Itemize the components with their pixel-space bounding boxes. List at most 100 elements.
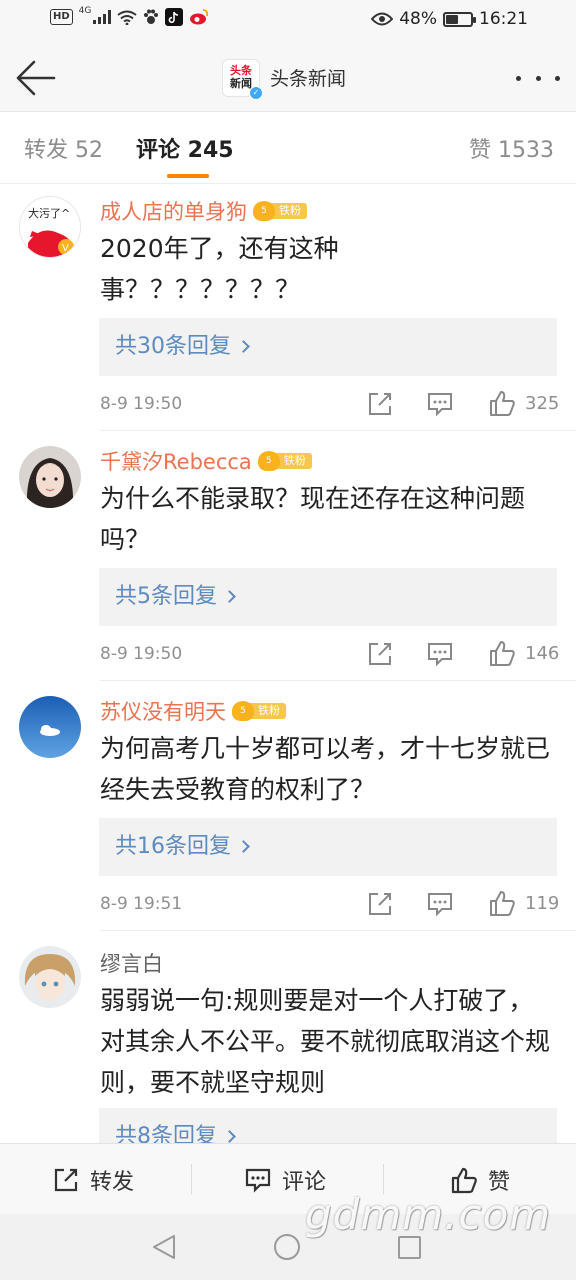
replies-label: 共30条回复	[115, 334, 231, 359]
status-left: HD 4G	[50, 6, 209, 26]
share-icon[interactable]	[366, 640, 394, 668]
divider	[100, 680, 576, 681]
comment-time: 8-9 19:50	[100, 644, 183, 664]
fan-badge[interactable]: 5 铁粉	[253, 200, 307, 222]
weibo-icon	[190, 9, 209, 25]
fan-badge-label: 铁粉	[250, 703, 286, 719]
avatar[interactable]: 大污了^ V	[19, 196, 81, 258]
replies-label: 共16条回复	[115, 834, 231, 859]
comment-text[interactable]: 2020年了，还有这种事？？？？？？？	[100, 228, 400, 310]
divider	[100, 430, 576, 431]
fan-badge-label: 铁粉	[275, 453, 312, 469]
comment-text[interactable]: 为什么不能录取？现在还存在这种问题吗？	[100, 478, 555, 560]
active-tab-indicator	[167, 174, 209, 178]
back-button[interactable]	[14, 58, 58, 98]
cartoon-dog-avatar: 大污了^ V	[20, 197, 80, 257]
like-count: 119	[525, 893, 560, 914]
nav-recents-icon[interactable]	[398, 1236, 421, 1259]
page-title[interactable]: 头条新闻	[270, 64, 346, 91]
view-replies-button[interactable]: 共16条回复	[99, 818, 557, 876]
username-text: 千黛汐Rebecca	[100, 450, 252, 474]
like-count: 325	[525, 393, 560, 414]
view-replies-button[interactable]: 共5条回复	[99, 568, 557, 626]
like-count: 146	[525, 643, 560, 664]
status-bar: HD 4G 48% 16:21	[0, 0, 576, 44]
svg-text:V: V	[62, 243, 69, 254]
tab-comments[interactable]: 评论 245	[136, 132, 234, 164]
wifi-icon	[117, 10, 137, 25]
view-replies-button[interactable]: 共8条回复	[99, 1108, 557, 1143]
avatar[interactable]	[19, 696, 81, 758]
heart-icon: 5	[257, 451, 280, 471]
like-icon[interactable]	[488, 639, 516, 667]
username-text: 成人店的单身狗	[100, 200, 247, 224]
repost-icon	[54, 1168, 78, 1191]
status-right: 48% 16:21	[371, 9, 528, 29]
repost-label: 转发	[90, 1169, 135, 1195]
reply-icon[interactable]	[426, 390, 454, 418]
username-text: 苏仪没有明天	[100, 700, 226, 724]
repost-button[interactable]: 转发	[52, 1144, 134, 1215]
battery-icon	[443, 11, 476, 27]
account-avatar[interactable]: 头条 新闻 ✓	[222, 59, 263, 100]
clock: 16:21	[479, 9, 528, 29]
more-dot-icon	[516, 75, 521, 81]
chevron-right-icon	[237, 340, 250, 353]
heart-icon: 5	[253, 201, 275, 221]
comment-username[interactable]: 千黛汐Rebecca 5 铁粉	[100, 446, 312, 476]
nav-home-icon[interactable]	[274, 1234, 300, 1260]
reply-icon[interactable]	[426, 890, 454, 918]
sky-photo-avatar	[19, 696, 81, 758]
avatar[interactable]	[19, 946, 81, 1008]
back-arrow-icon	[16, 60, 56, 96]
battery-percent: 48%	[399, 9, 437, 29]
heart-icon: 5	[232, 701, 254, 721]
share-icon[interactable]	[366, 390, 394, 418]
fan-badge-label: 铁粉	[271, 203, 307, 219]
comment-username[interactable]: 缪言白	[100, 948, 163, 978]
comment-text[interactable]: 为何高考几十岁都可以考，才十七岁就已经失去受教育的权利了？	[100, 728, 555, 810]
comment-text[interactable]: 弱弱说一句:规则要是对一个人打破了，对其余人不公平。要不就彻底取消这个规则，要不…	[100, 980, 555, 1103]
fan-badge[interactable]: 5 铁粉	[232, 700, 286, 722]
tiktok-icon	[165, 8, 184, 26]
watermark: gdmm.com	[305, 1190, 552, 1239]
username-text: 缪言白	[100, 952, 163, 976]
fan-badge[interactable]: 5 铁粉	[257, 450, 312, 472]
logo-line1: 头条	[230, 64, 252, 77]
comment-item: 缪言白 弱弱说一句:规则要是对一个人打破了，对其余人不公平。要不就彻底取消这个规…	[0, 930, 576, 1143]
reply-icon[interactable]	[426, 640, 454, 668]
verified-icon: ✓	[249, 86, 263, 100]
replies-label: 共8条回复	[115, 1124, 217, 1143]
girl-portrait-avatar	[19, 446, 81, 508]
view-replies-button[interactable]: 共30条回复	[99, 318, 557, 376]
replies-label: 共5条回复	[115, 584, 217, 609]
tab-likes[interactable]: 赞 1533	[469, 132, 554, 164]
title-bar: 头条 新闻 ✓ 头条新闻	[0, 44, 576, 112]
nav-back-icon[interactable]	[150, 1233, 178, 1261]
comment-username[interactable]: 苏仪没有明天 5 铁粉	[100, 696, 286, 726]
comment-username[interactable]: 成人店的单身狗 5 铁粉	[100, 196, 307, 226]
avatar[interactable]	[19, 446, 81, 508]
divider	[191, 1164, 192, 1194]
chevron-right-icon	[223, 590, 236, 603]
chevron-right-icon	[223, 1130, 236, 1143]
signal-icon	[93, 10, 112, 24]
hd-indicator: HD	[50, 9, 73, 25]
paw-icon	[144, 9, 159, 24]
comment-icon	[245, 1168, 271, 1193]
share-icon[interactable]	[366, 890, 394, 918]
anime-boy-avatar	[19, 946, 81, 1008]
eye-icon	[371, 12, 394, 26]
more-dot-icon	[535, 75, 541, 81]
tab-repost[interactable]: 转发 52	[24, 132, 103, 164]
like-icon[interactable]	[488, 889, 516, 917]
divider	[0, 183, 576, 184]
like-icon[interactable]	[488, 389, 516, 417]
tabs: 转发 52 评论 245 赞 1533	[0, 112, 576, 184]
comment-time: 8-9 19:50	[100, 394, 183, 414]
comment-time: 8-9 19:51	[100, 894, 183, 914]
network-type: 4G	[78, 6, 92, 16]
more-dot-icon	[555, 75, 560, 81]
avatar-text: 大污了^	[28, 206, 70, 220]
more-button[interactable]	[516, 66, 560, 90]
